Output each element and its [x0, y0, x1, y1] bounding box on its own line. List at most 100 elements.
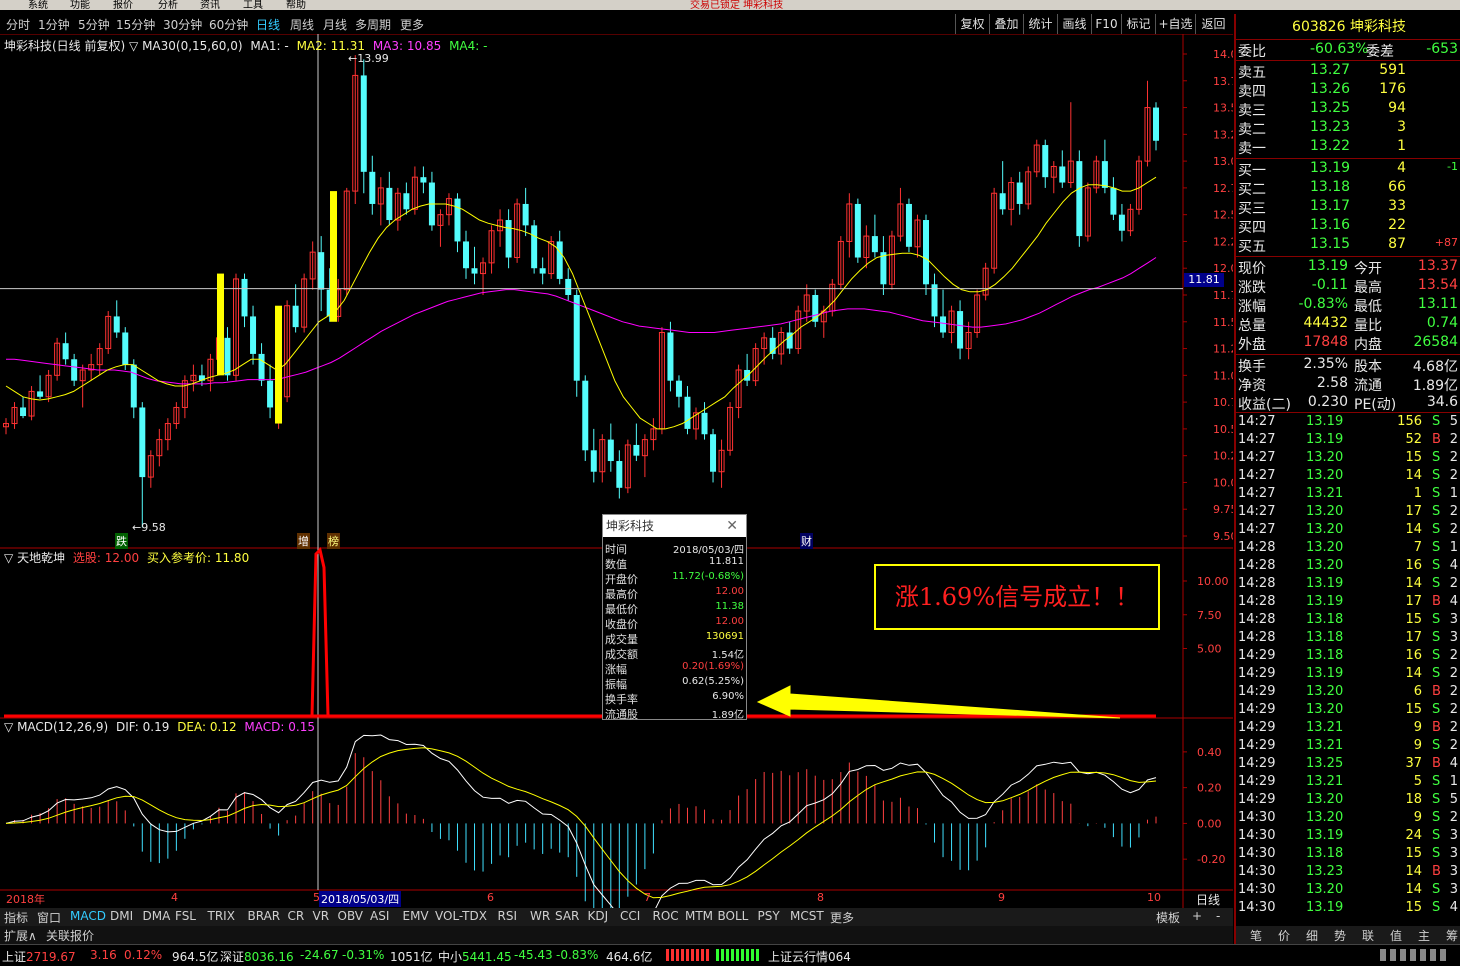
indicator-tab-13[interactable]: VOL-TDX: [435, 909, 487, 923]
right-tab-0[interactable]: 笔: [1250, 927, 1262, 944]
chart-canvas[interactable]: 14.00 13.75 13.50 13.25 13.00 12.75 12.50 12.25…: [0, 34, 1233, 910]
bids-level[interactable]: 买五 13.15 87 +87: [1236, 236, 1460, 255]
macd-toggle-icon[interactable]: ▽: [4, 720, 13, 734]
right-tab-2[interactable]: 细: [1306, 927, 1318, 944]
close-icon[interactable]: ✕: [726, 515, 738, 537]
asks-level[interactable]: 卖一 13.22 1: [1236, 138, 1460, 157]
cloud-quote-label[interactable]: 上证云行情064: [768, 948, 851, 965]
tab-related-quotes[interactable]: 关联报价: [46, 927, 94, 944]
event-marker-fall[interactable]: 跌: [115, 533, 128, 549]
menu-item-3[interactable]: 分析: [158, 0, 178, 10]
ma-label[interactable]: MA30(0,15,60,0): [142, 39, 242, 53]
tab-timeframe-5[interactable]: 60分钟: [209, 16, 248, 33]
indicator-tab-23[interactable]: MCST: [790, 909, 824, 923]
indicator-tab-17[interactable]: KDJ: [588, 909, 609, 923]
indicator-tab-right-0[interactable]: 模板: [1156, 909, 1180, 926]
event-marker-rank[interactable]: 榜: [327, 533, 340, 549]
toolbar-button-3[interactable]: 画线: [1057, 14, 1091, 34]
menu-item-6[interactable]: 帮助: [286, 0, 306, 10]
sh-name: 上证: [2, 950, 27, 964]
indicator-tab-5[interactable]: FSL: [175, 909, 196, 923]
indicator-tab-18[interactable]: CCI: [620, 909, 640, 923]
event-marker-increase[interactable]: 增: [297, 533, 310, 549]
right-tab-1[interactable]: 价: [1278, 927, 1290, 944]
right-tab-6[interactable]: 主: [1418, 927, 1430, 944]
indicator-tab-12[interactable]: EMV: [403, 909, 429, 923]
indicator-tab-16[interactable]: SAR: [555, 909, 579, 923]
indicator-tab-20[interactable]: MTM: [685, 909, 713, 923]
indicator-tab-3[interactable]: DMI: [110, 909, 133, 923]
indicator-tab-19[interactable]: ROC: [653, 909, 679, 923]
menu-bar: 系统 功能 报价 分析 资讯 工具 帮助 交易已锁定 坤彩科技: [0, 0, 1460, 10]
tab-timeframe-7[interactable]: 周线: [290, 16, 314, 33]
menu-item-5[interactable]: 工具: [243, 0, 263, 10]
bids-level[interactable]: 买四 13.16 22: [1236, 217, 1460, 236]
tab-timeframe-4[interactable]: 30分钟: [163, 16, 202, 33]
toolbar-button-1[interactable]: 叠加: [989, 14, 1023, 34]
indicator-tab-right-2[interactable]: -: [1216, 909, 1220, 923]
menu-item-4[interactable]: 资讯: [200, 0, 220, 10]
indicator-tab-22[interactable]: PSY: [758, 909, 780, 923]
toolbar-button-7[interactable]: 返回: [1195, 14, 1231, 34]
indicator-tab-1[interactable]: 窗口: [37, 909, 61, 926]
sh-index[interactable]: 上证2719.67: [2, 948, 76, 965]
tab-timeframe-0[interactable]: 分时: [6, 16, 30, 33]
right-tab-3[interactable]: 势: [1334, 927, 1346, 944]
kline-chart-area[interactable]: 14.00 13.75 13.50 13.25 13.00 12.75 12.50 12.25…: [0, 34, 1233, 910]
tab-timeframe-8[interactable]: 月线: [323, 16, 347, 33]
tick-s: S: [1432, 666, 1441, 681]
toolbar-button-0[interactable]: 复权: [955, 14, 989, 34]
right-tab-4[interactable]: 联: [1362, 927, 1374, 944]
bids-level[interactable]: 买二 13.18 66: [1236, 179, 1460, 198]
right-tab-7[interactable]: 筹: [1446, 927, 1458, 944]
tab-timeframe-1[interactable]: 1分钟: [38, 16, 70, 33]
indicator-tab-11[interactable]: ASI: [370, 909, 389, 923]
tick-n: 3: [1449, 882, 1458, 897]
toolbar-button-4[interactable]: F10: [1091, 14, 1121, 34]
tab-timeframe-9[interactable]: 多周期: [355, 16, 391, 33]
tab-timeframe-3[interactable]: 15分钟: [116, 16, 155, 33]
indicator-tab-4[interactable]: DMA: [143, 909, 171, 923]
asks-level[interactable]: 卖四 13.26 176: [1236, 81, 1460, 100]
indicator-tab-15[interactable]: WR: [530, 909, 550, 923]
popup-header[interactable]: 坤彩科技 ✕: [603, 515, 746, 537]
bids-level[interactable]: 买一 13.19 4 -1: [1236, 160, 1460, 179]
tab-extend[interactable]: 扩展∧: [4, 927, 37, 944]
indicator1-name[interactable]: 天地乾坤: [17, 551, 65, 565]
bids-level[interactable]: 买三 13.17 33: [1236, 198, 1460, 217]
tick-t: 14:30: [1238, 864, 1276, 879]
menu-item-0[interactable]: 系统: [28, 0, 48, 10]
right-tab-5[interactable]: 值: [1390, 927, 1402, 944]
tab-timeframe-10[interactable]: 更多: [400, 16, 424, 33]
indicator-tab-right-1[interactable]: +: [1192, 909, 1202, 923]
toolbar-button-2[interactable]: 统计: [1023, 14, 1057, 34]
ma-toggle-icon[interactable]: ▽: [129, 39, 138, 53]
asks-level[interactable]: 卖三 13.25 94: [1236, 100, 1460, 119]
indicator-tab-24[interactable]: 更多: [830, 909, 854, 926]
indicator-tab-9[interactable]: VR: [313, 909, 330, 923]
asks-level[interactable]: 卖五 13.27 591: [1236, 62, 1460, 81]
sz-index[interactable]: 深证8036.16: [220, 948, 294, 965]
indicator-tab-10[interactable]: OBV: [338, 909, 364, 923]
indicator1-toggle-icon[interactable]: ▽: [4, 551, 13, 565]
indicator-tab-0[interactable]: 指标: [4, 909, 28, 926]
indicator-tab-8[interactable]: CR: [288, 909, 305, 923]
menu-item-1[interactable]: 功能: [70, 0, 90, 10]
menu-item-2[interactable]: 报价: [113, 0, 133, 10]
event-marker-finance[interactable]: 财: [800, 533, 813, 549]
tick-p: 13.20: [1306, 558, 1344, 573]
tab-timeframe-6[interactable]: 日线: [256, 16, 280, 33]
zx-index[interactable]: 中小5441.45: [438, 948, 512, 965]
macd-label[interactable]: MACD(12,26,9): [17, 720, 108, 734]
data-info-popup[interactable]: 坤彩科技 ✕ 时间 2018/05/03/四 数值 11.811 开盘价 11.72(-0…: [602, 514, 747, 721]
indicator-tab-14[interactable]: RSI: [498, 909, 518, 923]
indicator-tab-2[interactable]: MACD: [70, 909, 106, 923]
asks-level[interactable]: 卖二 13.23 3: [1236, 119, 1460, 138]
toolbar-button-5[interactable]: 标记: [1121, 14, 1155, 34]
indicator-tab-21[interactable]: BOLL: [718, 909, 749, 923]
indicator-tab-7[interactable]: BRAR: [248, 909, 281, 923]
tick-row: 14:30 13.20 14 S 3: [1236, 882, 1460, 900]
tab-timeframe-2[interactable]: 5分钟: [78, 16, 110, 33]
toolbar-button-6[interactable]: +自选: [1155, 14, 1195, 34]
indicator-tab-6[interactable]: TRIX: [208, 909, 235, 923]
